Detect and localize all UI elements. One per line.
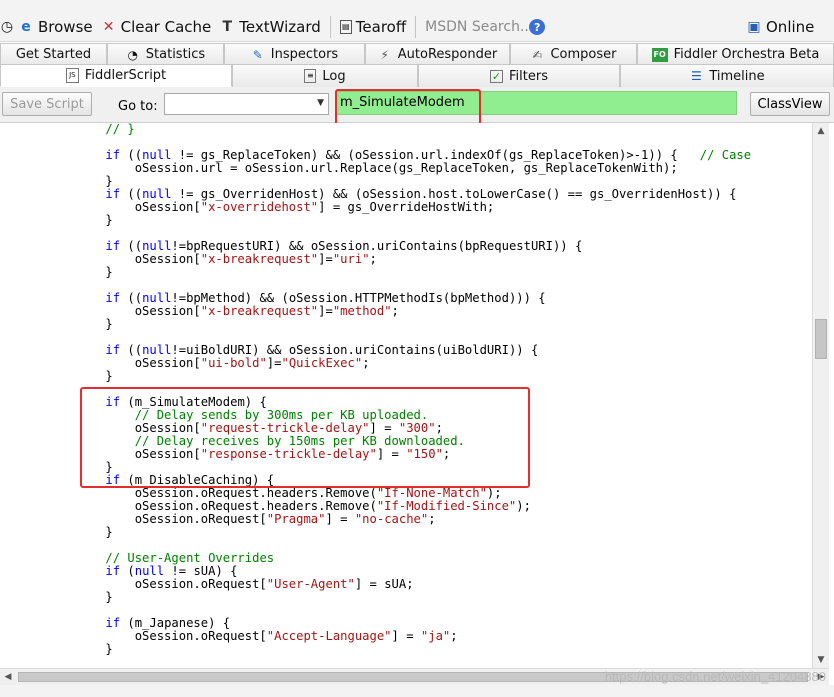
tab-get-started[interactable]: Get Started <box>0 43 107 65</box>
checkbox-icon: ✓ <box>490 69 504 83</box>
tab-autoresponder[interactable]: ⚡ AutoResponder <box>365 43 510 65</box>
clear-cache-icon: ✕ <box>102 19 115 35</box>
network-icon: ▣ <box>747 19 761 35</box>
help-icon: ? <box>529 19 546 35</box>
code-line: oSession.oRequest["Accept-Language"] = "… <box>76 629 458 643</box>
statistics-icon: ◔ <box>127 47 139 62</box>
watermark: https://blog.csdn.net/weixin_41204880 <box>604 669 826 684</box>
vertical-scroll-thumb[interactable] <box>815 319 827 359</box>
tab-fiddlerscript[interactable]: JS FiddlerScript <box>0 64 232 87</box>
browse-button[interactable]: ◷ e Browse <box>0 12 97 42</box>
tab-log[interactable]: ≡ Log <box>232 64 418 87</box>
chevron-down-icon: ▼ <box>317 98 324 108</box>
lightning-icon: ⚡ <box>380 47 389 62</box>
clear-cache-button[interactable]: ✕ Clear Cache <box>97 12 216 42</box>
code-line: oSession.oRequest["User-Agent"] = sUA; <box>76 577 414 591</box>
main-toolbar: ◷ e Browse ✕ Clear Cache T TextWizard ▤ … <box>0 0 834 42</box>
timeline-icon: ☰ <box>690 69 702 83</box>
inspectors-icon: ✎ <box>252 47 263 62</box>
scroll-up-icon[interactable]: ▲ <box>813 123 829 139</box>
script-search-input[interactable]: m_SimulateModem <box>335 91 737 115</box>
vertical-scrollbar[interactable]: ▲ ▼ <box>812 123 829 668</box>
textwizard-button[interactable]: T TextWizard <box>215 12 325 42</box>
tab-fiddler-orchestra[interactable]: FO Fiddler Orchestra Beta <box>637 43 834 65</box>
js-file-icon: JS <box>65 68 79 83</box>
log-icon: ≡ <box>304 69 317 83</box>
code-line: // } <box>105 123 135 136</box>
ie-icon: e <box>21 19 31 35</box>
script-toolbar: Save Script Go to: ▼ m_SimulateModem Cla… <box>0 87 834 123</box>
code-editor[interactable]: // } if ((null != gs_ReplaceToken) && (o… <box>0 123 812 668</box>
code-line: oSession.url = oSession.url.Replace(gs_R… <box>76 161 678 175</box>
save-script-button[interactable]: Save Script <box>2 92 92 116</box>
code-line: } <box>76 369 113 383</box>
tab-inspectors[interactable]: ✎ Inspectors <box>224 43 365 65</box>
composer-icon: ✍ <box>532 47 543 62</box>
tabs-row-secondary: JS FiddlerScript ≡ Log ✓ Filters ☰ Timel… <box>0 64 834 87</box>
goto-dropdown[interactable]: ▼ <box>164 93 329 115</box>
goto-label: Go to: <box>118 99 158 114</box>
code-line: } <box>76 590 113 604</box>
code-line: oSession["response-trickle-delay"] = "15… <box>76 447 451 461</box>
code-line: } <box>76 317 113 331</box>
scroll-down-icon[interactable]: ▼ <box>813 652 829 668</box>
tab-statistics[interactable]: ◔ Statistics <box>107 43 224 65</box>
toolbar-divider <box>329 16 331 38</box>
code-line: oSession["x-breakrequest"]="uri"; <box>76 252 377 266</box>
scroll-left-icon[interactable]: ◀ <box>0 669 16 685</box>
code-line: oSession["x-breakrequest"]="method"; <box>76 304 399 318</box>
status-strip <box>0 685 834 697</box>
tab-filters[interactable]: ✓ Filters <box>418 64 620 87</box>
fo-icon: FO <box>651 47 668 62</box>
textwizard-icon: T <box>222 19 233 35</box>
code-line: oSession["ui-bold"]="QuickExec"; <box>76 356 370 370</box>
tearoff-button[interactable]: ▤ Tearoff <box>336 12 410 42</box>
code-line: } <box>76 525 113 539</box>
code-line: oSession["x-overridehost"] = gs_Override… <box>76 200 495 214</box>
tab-composer[interactable]: ✍ Composer <box>510 43 637 65</box>
code-line: } <box>76 642 113 656</box>
code-line: oSession.oRequest["Pragma"] = "no-cache"… <box>76 512 436 526</box>
toolbar-divider <box>415 16 417 38</box>
msdn-search-input[interactable]: MSDN Search... <box>421 12 533 42</box>
tabs-row-primary: Get Started ◔ Statistics ✎ Inspectors ⚡ … <box>0 43 834 65</box>
help-button[interactable]: ? <box>525 12 553 42</box>
tab-timeline[interactable]: ☰ Timeline <box>620 64 834 87</box>
classview-button[interactable]: ClassView <box>750 92 830 116</box>
code-line: } <box>76 265 113 279</box>
online-indicator[interactable]: ▣ Online <box>742 12 818 42</box>
clock-icon: ◷ <box>0 19 14 35</box>
tearoff-icon: ▤ <box>339 20 352 34</box>
code-line: } <box>76 213 113 227</box>
